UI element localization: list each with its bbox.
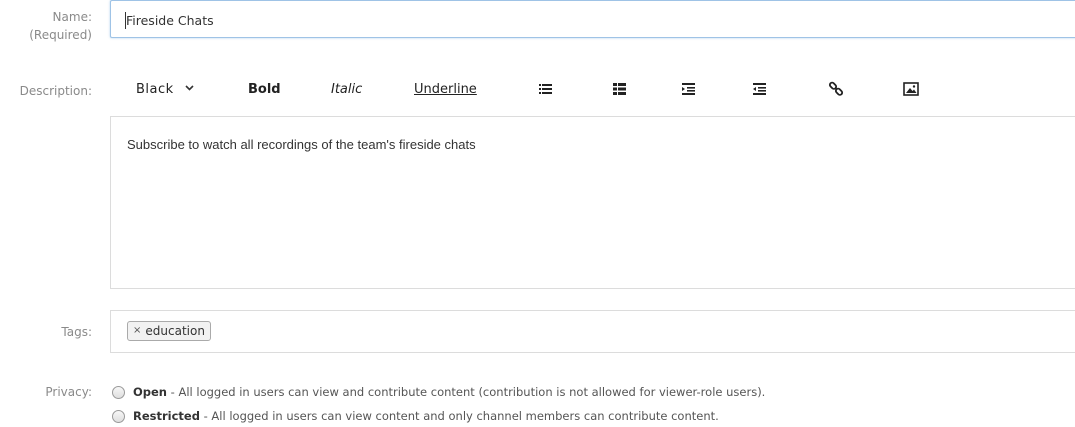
chevron-down-icon <box>185 85 194 91</box>
tag-chip: × education <box>127 321 211 341</box>
font-color-value: Black <box>136 82 174 97</box>
radio-restricted[interactable] <box>112 409 125 423</box>
tag-remove-icon[interactable]: × <box>133 322 141 340</box>
tags-label: Tags: <box>61 325 92 339</box>
privacy-label: Privacy: <box>45 385 92 399</box>
name-input[interactable]: Fireside Chats <box>110 0 1075 38</box>
outdent-icon[interactable] <box>752 81 768 97</box>
bold-button[interactable]: Bold <box>248 81 281 99</box>
ordered-list-icon[interactable] <box>538 81 554 97</box>
name-label: Name: (Required) <box>29 8 92 44</box>
privacy-open-title: Open <box>133 385 167 399</box>
image-icon[interactable] <box>903 81 919 97</box>
privacy-option-open[interactable]: Open - All logged in users can view and … <box>112 385 765 399</box>
bulleted-list-icon[interactable] <box>612 81 628 97</box>
description-content: Subscribe to watch all recordings of the… <box>127 137 476 152</box>
privacy-restricted-description: - All logged in users can view content a… <box>199 409 719 423</box>
tag-label: education <box>145 324 205 338</box>
name-label-text: Name: <box>52 10 92 24</box>
tags-input[interactable]: × education <box>110 310 1075 353</box>
italic-button[interactable]: Italic <box>331 81 362 99</box>
privacy-open-description: - All logged in users can view and contr… <box>167 385 766 399</box>
name-input-value: Fireside Chats <box>126 13 214 28</box>
radio-open[interactable] <box>112 385 125 399</box>
underline-button[interactable]: Underline <box>414 81 477 99</box>
font-color-select[interactable]: Black <box>136 81 194 99</box>
description-label: Description: <box>19 84 92 98</box>
name-required-text: (Required) <box>29 28 92 42</box>
privacy-option-restricted[interactable]: Restricted - All logged in users can vie… <box>112 409 719 423</box>
indent-icon[interactable] <box>681 81 697 97</box>
description-editor[interactable]: Subscribe to watch all recordings of the… <box>110 116 1075 289</box>
privacy-restricted-title: Restricted <box>133 409 200 423</box>
link-icon[interactable] <box>828 81 844 97</box>
